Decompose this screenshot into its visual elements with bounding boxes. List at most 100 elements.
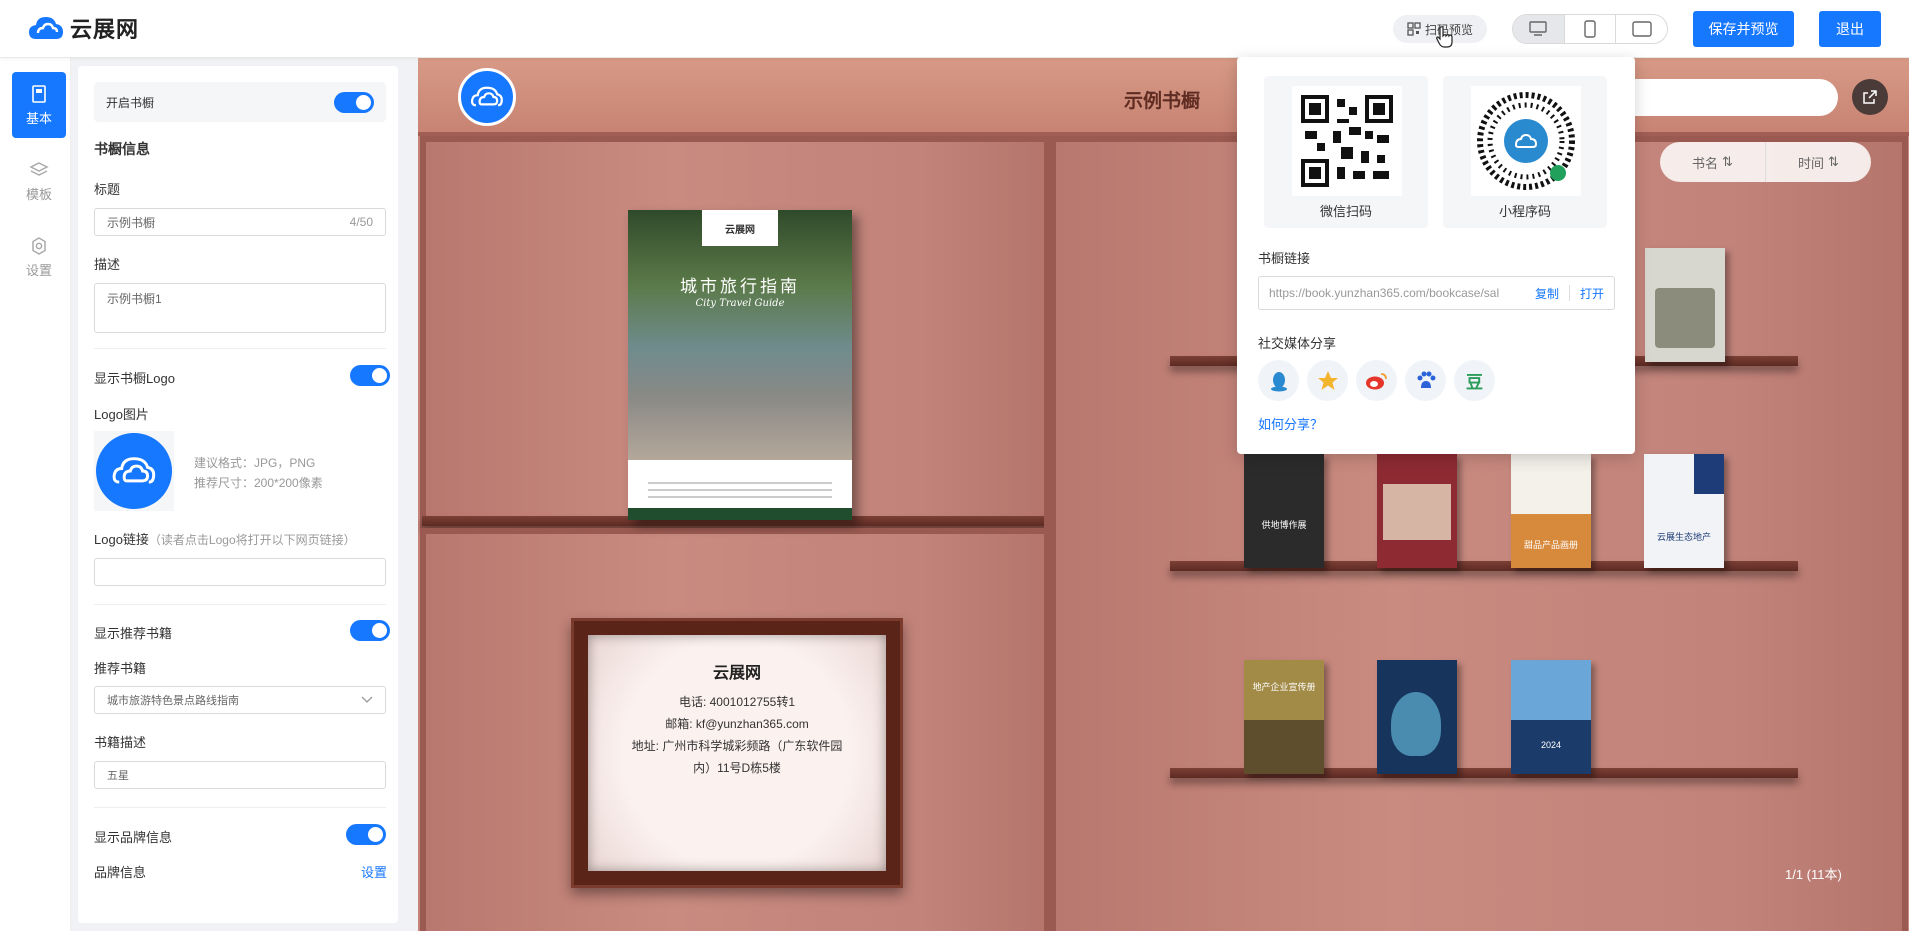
book-title: 甜品产品画册: [1523, 540, 1578, 550]
brand-setting-link[interactable]: 设置: [361, 862, 387, 881]
tablet-view-button[interactable]: [1616, 15, 1667, 43]
divider: [94, 348, 386, 349]
tablet-icon: [1631, 21, 1652, 37]
mini-program-code-icon: [1477, 92, 1575, 190]
logo-link-hint: （读者点击Logo将打开以下网页链接）: [148, 533, 356, 547]
exit-button[interactable]: 退出: [1819, 11, 1881, 47]
logo-upload[interactable]: [94, 431, 174, 511]
nav-basic[interactable]: 基本: [12, 72, 66, 138]
book-cover-photo: [628, 210, 852, 460]
share-button[interactable]: [1852, 79, 1888, 115]
cloud-logo-icon: [470, 86, 503, 107]
contact-phone: 电话: 4001012755转1: [678, 695, 796, 709]
monitor-icon: [1529, 21, 1548, 36]
show-logo-toggle[interactable]: [350, 365, 390, 386]
show-recommended-toggle[interactable]: [350, 620, 390, 641]
logo-size-hint: 推荐尺寸：200*200像素: [194, 476, 323, 490]
brand-name: 云展网: [70, 17, 140, 42]
badge-name: 云展网: [725, 224, 755, 236]
share-baidu-button[interactable]: [1405, 360, 1446, 401]
gear-icon: [32, 236, 46, 255]
share-douban-button[interactable]: 豆: [1454, 360, 1495, 401]
shelf-link-url[interactable]: https://book.yunzhan365.com/bookcase/sal: [1259, 286, 1525, 300]
open-link-button[interactable]: 打开: [1570, 285, 1614, 302]
title-char-count: 4/50: [349, 215, 373, 229]
book-text-lines: [648, 482, 832, 503]
sort-name-label: 书名: [1692, 155, 1719, 171]
logo-link-input[interactable]: [94, 558, 386, 586]
save-preview-button[interactable]: 保存并预览: [1693, 11, 1794, 47]
book-item[interactable]: 甜品产品画册: [1511, 454, 1591, 568]
share-qzone-button[interactable]: [1307, 360, 1348, 401]
book-item[interactable]: 供地博作展: [1244, 454, 1324, 568]
book-desc-label: 书籍描述: [94, 735, 147, 750]
contact-card: 云展网 电话: 4001012755转1 邮箱: kf@yunzhan365.c…: [588, 635, 886, 871]
settings-panel: 开启书橱 书橱信息 标题 示例书橱 4/50 描述 示例书橱1 显示书橱Logo…: [78, 66, 398, 923]
sort-by-time[interactable]: 时间 ⇅: [1766, 142, 1871, 182]
share-qq-button[interactable]: [1258, 360, 1299, 401]
qrcode-icon: [1407, 22, 1421, 36]
brand-logo[interactable]: 云展网: [28, 12, 139, 44]
title-input[interactable]: 示例书橱 4/50: [94, 208, 386, 236]
sort-arrows-icon: ⇅: [1722, 154, 1733, 169]
book-title: 供地博作展: [1261, 520, 1307, 530]
cloud-logo-icon: [112, 457, 156, 484]
book-item[interactable]: [1377, 454, 1457, 568]
book-publisher-badge: 云展网: [702, 210, 778, 246]
divider: [94, 807, 386, 808]
wechat-qrcode: [1292, 86, 1402, 196]
how-to-share-link[interactable]: 如何分享？: [1258, 414, 1323, 433]
desktop-view-button[interactable]: [1513, 15, 1565, 43]
logo-format-hint: 建议格式：JPG，PNG: [194, 456, 316, 470]
book-desc-input[interactable]: 五星: [94, 761, 386, 789]
copy-link-button[interactable]: 复制: [1525, 285, 1569, 302]
share-weibo-button[interactable]: [1356, 360, 1397, 401]
title-label: 标题: [94, 182, 121, 197]
desc-label: 描述: [94, 257, 121, 272]
baidu-icon: [1417, 371, 1435, 388]
recommended-select[interactable]: 城市旅游特色景点路线指南: [94, 686, 386, 714]
open-shelf-toggle[interactable]: [334, 92, 374, 113]
shelf-info-heading: 书橱信息: [94, 141, 150, 157]
show-brand-label: 显示品牌信息: [94, 830, 173, 845]
show-brand-toggle[interactable]: [346, 824, 386, 845]
book-item[interactable]: [1377, 660, 1457, 774]
book-item[interactable]: 云展生态地产: [1644, 454, 1724, 568]
book-item[interactable]: [1645, 248, 1725, 362]
logo-preview: [96, 433, 172, 509]
logo-link-title: Logo链接: [94, 532, 149, 547]
desc-textarea[interactable]: 示例书橱1: [94, 283, 386, 333]
document-icon: [32, 84, 46, 103]
mini-program-card: 小程序码: [1443, 76, 1607, 228]
book-item[interactable]: 地产企业宣传册: [1244, 660, 1324, 774]
left-nav: 基本 模板 设置: [0, 58, 71, 931]
mobile-view-button[interactable]: [1565, 15, 1617, 43]
nav-template[interactable]: 模板: [12, 148, 66, 214]
nav-template-label: 模板: [25, 186, 52, 202]
external-link-icon: [1863, 90, 1877, 104]
contact-name: 云展网: [712, 665, 761, 682]
qzone-icon: [1317, 370, 1338, 390]
sort-by-name[interactable]: 书名 ⇅: [1660, 142, 1766, 182]
title-value: 示例书橱: [107, 215, 156, 230]
top-header: 云展网 扫码预览 保存并预览 退出: [0, 0, 1909, 58]
featured-book[interactable]: 云展网 城市旅行指南 City Travel Guide: [628, 210, 852, 520]
weibo-icon: [1365, 372, 1387, 389]
nav-settings[interactable]: 设置: [12, 224, 66, 290]
brand-info-label: 品牌信息: [94, 865, 147, 880]
contact-email: 邮箱: kf@yunzhan365.com: [665, 717, 809, 731]
cloud-logo-icon: [29, 17, 63, 39]
contact-frame: 云展网 电话: 4001012755转1 邮箱: kf@yunzhan365.c…: [571, 618, 903, 888]
desc-value: 示例书橱1: [107, 292, 162, 306]
scan-preview-popup: 微信扫码 小程序码 书橱链接 https://book.yunzhan365.c…: [1237, 57, 1635, 454]
book-title: 地产企业宣传册: [1252, 682, 1316, 692]
sort-bar: 书名 ⇅ 时间 ⇅: [1660, 142, 1871, 182]
book-title: 云展生态地产: [1656, 532, 1711, 542]
logo-link-label: Logo链接（读者点击Logo将打开以下网页链接）: [94, 529, 356, 548]
book-footer-band: [628, 508, 852, 520]
shelf-link-label: 书橱链接: [1258, 251, 1311, 266]
wechat-scan-label: 微信扫码: [1319, 204, 1372, 219]
book-item[interactable]: 2024: [1511, 660, 1591, 774]
shelf-logo[interactable]: [458, 68, 516, 126]
chevron-down-icon: [361, 696, 373, 703]
